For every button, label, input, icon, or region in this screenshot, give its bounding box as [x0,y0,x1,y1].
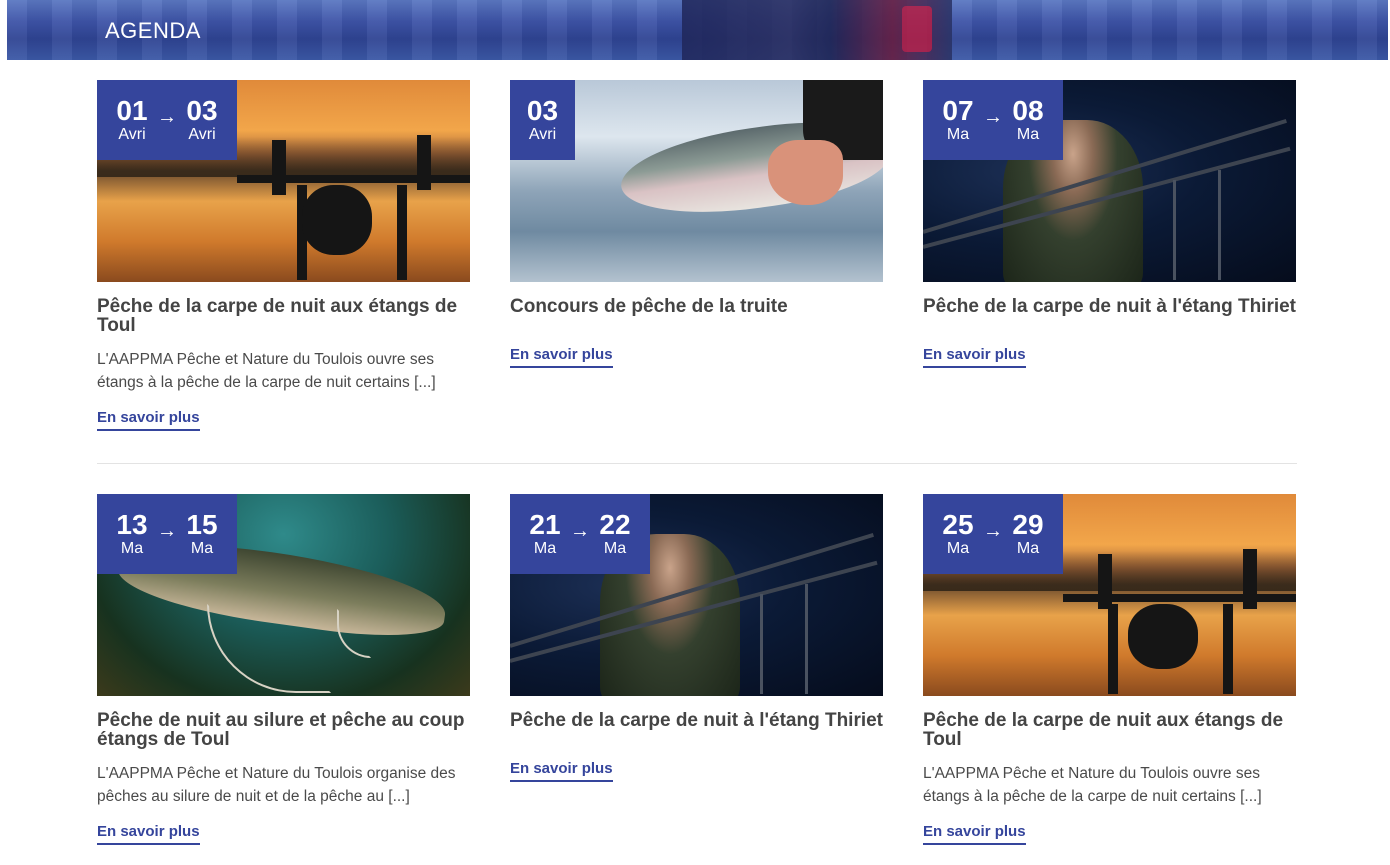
read-more-link[interactable]: En savoir plus [923,823,1026,845]
start-month: Ma [946,540,970,557]
arrow-right-icon: → [983,105,1003,128]
event-card: 21 Ma → 22 Ma Pêche de la carpe de nuit à … [510,494,883,782]
event-image[interactable]: 01 Avri → 03 Avri [97,80,470,282]
end-day: 08 [1012,95,1044,126]
event-image[interactable]: 13 Ma → 15 Ma [97,494,470,696]
start-month: Ma [946,126,970,143]
agenda-banner: AGENDA [7,0,1388,60]
date-badge: 13 Ma → 15 Ma [97,494,237,574]
start-month: Avri [118,126,146,143]
start-month: Ma [533,540,557,557]
row-divider [97,463,1297,464]
end-month: Ma [603,540,627,557]
end-month: Ma [1016,540,1040,557]
start-day: 21 [529,509,561,540]
event-title[interactable]: Pêche de la carpe de nuit aux étangs de … [97,297,470,335]
event-excerpt: L'AAPPMA Pêche et Nature du Toulois ouvr… [97,351,436,391]
event-excerpt: L'AAPPMA Pêche et Nature du Toulois ouvr… [923,765,1262,805]
event-title[interactable]: Pêche de nuit au silure et pêche au coup… [97,711,470,749]
arrow-right-icon: → [157,105,177,128]
start-day: 01 [116,95,148,126]
end-day: 22 [599,509,631,540]
event-card: 03 Avri Concours de pêche de la truite En… [510,80,883,368]
event-title[interactable]: Pêche de la carpe de nuit aux étangs de … [923,711,1296,749]
start-month: Ma [120,540,144,557]
end-month: Ma [1016,126,1040,143]
arrow-right-icon: → [570,519,590,542]
arrow-right-icon: → [983,519,1003,542]
arrow-right-icon: → [157,519,177,542]
event-image[interactable]: 21 Ma → 22 Ma [510,494,883,696]
event-image[interactable]: 07 Ma → 08 Ma [923,80,1296,282]
event-card: 13 Ma → 15 Ma Pêche de nuit au silure et p… [97,494,470,845]
end-day: 15 [186,509,218,540]
start-day: 13 [116,509,148,540]
read-more-link[interactable]: En savoir plus [97,409,200,431]
event-title[interactable]: Concours de pêche de la truite [510,297,883,316]
end-month: Ma [190,540,214,557]
event-image[interactable]: 03 Avri [510,80,883,282]
read-more-link[interactable]: En savoir plus [923,346,1026,368]
date-badge: 21 Ma → 22 Ma [510,494,650,574]
date-badge: 07 Ma → 08 Ma [923,80,1063,160]
event-excerpt: L'AAPPMA Pêche et Nature du Toulois orga… [97,765,456,805]
read-more-link[interactable]: En savoir plus [510,760,613,782]
event-card: 07 Ma → 08 Ma Pêche de la carpe de nuit à … [923,80,1296,368]
event-card: 25 Ma → 29 Ma Pêche de la carpe de nuit au… [923,494,1296,845]
date-badge: 25 Ma → 29 Ma [923,494,1063,574]
end-month: Avri [188,126,216,143]
start-day: 03 [526,95,559,126]
banner-angler-photo [682,0,952,60]
date-badge: 01 Avri → 03 Avri [97,80,237,160]
event-card: 01 Avri → 03 Avri Pêche de la carpe de nui… [97,80,470,431]
end-day: 29 [1012,509,1044,540]
event-title[interactable]: Pêche de la carpe de nuit à l'étang Thir… [510,711,883,730]
date-badge: 03 Avri [510,80,575,160]
start-day: 25 [942,509,974,540]
start-month: Avri [528,126,557,143]
read-more-link[interactable]: En savoir plus [510,346,613,368]
event-image[interactable]: 25 Ma → 29 Ma [923,494,1296,696]
end-day: 03 [186,95,218,126]
event-title[interactable]: Pêche de la carpe de nuit à l'étang Thir… [923,297,1296,316]
start-day: 07 [942,95,974,126]
read-more-link[interactable]: En savoir plus [97,823,200,845]
page-title: AGENDA [105,18,201,43]
